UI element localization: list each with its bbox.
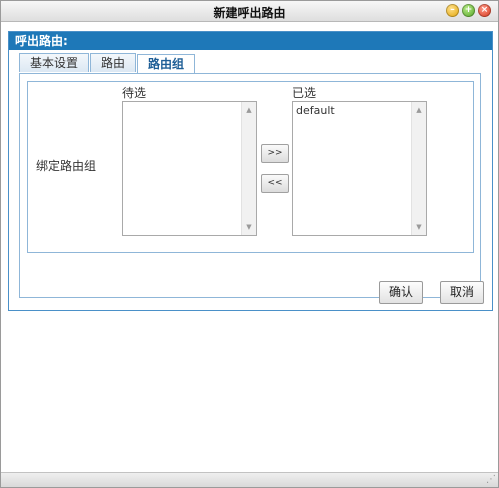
scroll-up-icon[interactable]: ▲: [242, 104, 256, 116]
window-title: 新建呼出路由: [213, 6, 286, 20]
dialog-window: 新建呼出路由 – + × 呼出路由: 基本设置 路由 路由组 绑定路由组 待选 …: [0, 0, 499, 488]
minimize-icon[interactable]: –: [446, 4, 459, 17]
scroll-up-icon[interactable]: ▲: [412, 104, 426, 116]
tab-route[interactable]: 路由: [90, 53, 137, 72]
tab-route-group[interactable]: 路由组: [137, 54, 196, 74]
selected-list[interactable]: default ▲ ▼: [292, 101, 427, 236]
panel-header: 呼出路由:: [9, 32, 492, 50]
maximize-icon[interactable]: +: [462, 4, 475, 17]
available-list[interactable]: ▲ ▼: [122, 101, 257, 236]
remove-from-selected-button[interactable]: <<: [261, 174, 289, 193]
tab-bar: 基本设置 路由 路由组: [19, 53, 196, 74]
tab-content: 绑定路由组 待选 ▲ ▼ >> << 已选 default ▲ ▼: [19, 73, 481, 298]
scroll-down-icon[interactable]: ▼: [242, 221, 256, 233]
list-item[interactable]: default: [293, 102, 426, 119]
cancel-button[interactable]: 取消: [440, 281, 484, 304]
confirm-button[interactable]: 确认: [379, 281, 423, 304]
close-icon[interactable]: ×: [478, 4, 491, 17]
status-bar: ⋰: [1, 472, 498, 487]
title-bar[interactable]: 新建呼出路由 – + ×: [1, 1, 498, 22]
add-to-selected-button[interactable]: >>: [261, 144, 289, 163]
available-list-scrollbar[interactable]: ▲ ▼: [241, 102, 256, 235]
route-group-binding-box: 绑定路由组 待选 ▲ ▼ >> << 已选 default ▲ ▼: [27, 81, 474, 253]
selected-list-scrollbar[interactable]: ▲ ▼: [411, 102, 426, 235]
resize-grip-icon[interactable]: ⋰: [486, 474, 496, 486]
bind-route-group-label: 绑定路由组: [36, 159, 97, 173]
outbound-route-panel: 呼出路由: 基本设置 路由 路由组 绑定路由组 待选 ▲ ▼ >> << 已选: [8, 31, 493, 311]
selected-list-title: 已选: [292, 86, 317, 100]
scroll-down-icon[interactable]: ▼: [412, 221, 426, 233]
tab-basic-settings[interactable]: 基本设置: [19, 53, 90, 72]
available-list-title: 待选: [122, 86, 147, 100]
